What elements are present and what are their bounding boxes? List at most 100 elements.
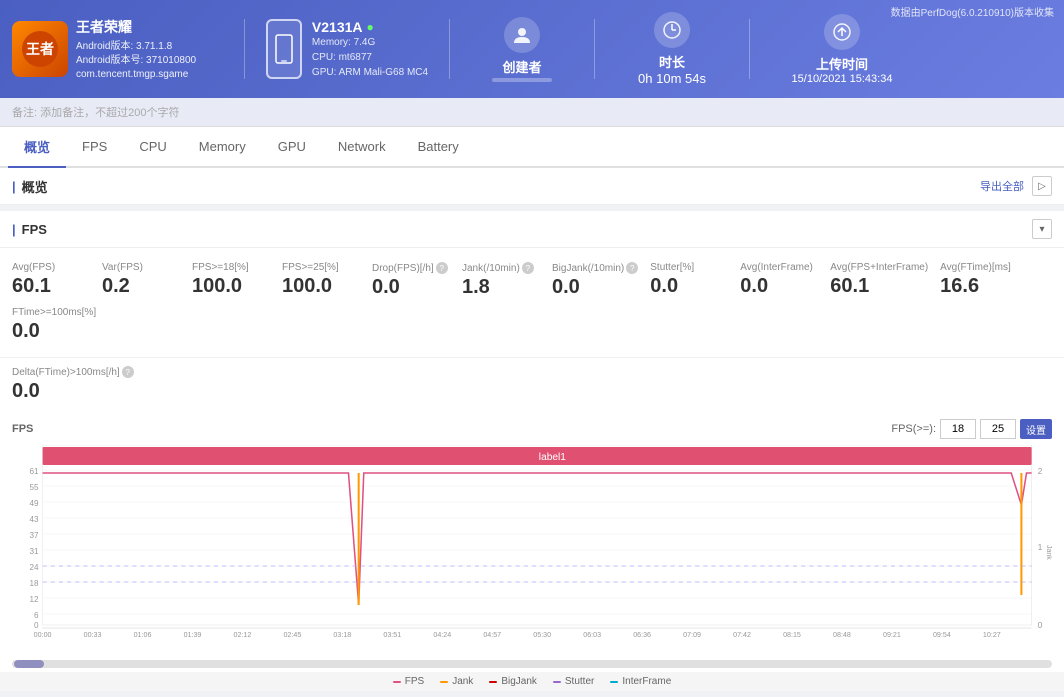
svg-text:12: 12 — [29, 595, 39, 604]
metric-var-fps-label: Var(FPS) — [102, 262, 143, 273]
metric-avg-interframe: Avg(InterFrame) 0.0 — [740, 258, 830, 303]
metric-avg-fps-value: 60.1 — [12, 275, 51, 298]
tab-battery[interactable]: Battery — [402, 129, 475, 166]
divider-1 — [244, 19, 245, 79]
notes-bar[interactable]: 备注: 添加备注，不超过200个字符 — [0, 98, 1064, 127]
fps-chart-svg: label1 61 55 49 43 37 31 2 — [12, 445, 1052, 645]
tab-network[interactable]: Network — [322, 129, 402, 166]
svg-text:Jank: Jank — [1045, 545, 1052, 560]
legend-bigjank-dot — [489, 681, 497, 683]
fps-val2-input[interactable] — [980, 419, 1016, 439]
metric-stutter: Stutter[%] 0.0 — [650, 258, 740, 303]
jank-help-icon[interactable]: ? — [522, 262, 534, 274]
app-name: 王者荣耀 — [76, 17, 196, 37]
legend-stutter: Stutter — [553, 676, 594, 687]
delta-help-icon[interactable]: ? — [122, 366, 134, 378]
notes-placeholder: 备注: 添加备注，不超过200个字符 — [12, 107, 179, 119]
metric-avg-interframe-label: Avg(InterFrame) — [740, 262, 813, 273]
legend-interframe: InterFrame — [610, 676, 671, 687]
svg-text:01:06: 01:06 — [134, 632, 152, 639]
metric-fps-gte25-value: 100.0 — [282, 275, 332, 298]
big-jank-help-icon[interactable]: ? — [626, 262, 638, 274]
chart-scrollbar[interactable] — [0, 656, 1064, 672]
app-android-version: Android版本: 3.71.1.8 — [76, 40, 196, 54]
legend-interframe-label: InterFrame — [622, 676, 671, 687]
duration-label: 时长 — [638, 52, 706, 71]
svg-text:00:00: 00:00 — [34, 632, 52, 639]
device-cpu: CPU: mt6877 — [312, 50, 428, 65]
fps-chart: label1 61 55 49 43 37 31 2 — [12, 445, 1052, 648]
app-sdk-version: Android版本号: 371010800 — [76, 54, 196, 68]
legend-stutter-label: Stutter — [565, 676, 594, 687]
metric-fps-gte18-label: FPS>=18[%] — [192, 262, 249, 273]
creator-label: 创建者 — [492, 57, 552, 76]
metric-ftime-gte100-label: FTime>=100ms[%] — [12, 307, 96, 318]
delta-label-text: Delta(FTime)>100ms[/h] — [12, 367, 120, 378]
legend-bigjank-label: BigJank — [501, 676, 537, 687]
tab-gpu[interactable]: GPU — [262, 129, 322, 166]
metric-avg-ftime: Avg(FTime)[ms] 16.6 — [940, 258, 1030, 303]
chart-controls: FPS FPS(>=): 设置 — [12, 419, 1052, 439]
chart-legend: FPS Jank BigJank Stutter InterFrame — [0, 672, 1064, 691]
legend-bigjank: BigJank — [489, 676, 537, 687]
drop-fps-help-icon[interactable]: ? — [436, 262, 448, 274]
overview-header: 概览 导出全部 ▷ — [0, 168, 1064, 205]
metric-avg-interframe-value: 0.0 — [740, 275, 768, 298]
app-package: com.tencent.tmgp.sgame — [76, 68, 196, 82]
svg-text:61: 61 — [29, 467, 39, 476]
upload-label: 上传时间 — [792, 54, 893, 73]
metric-big-jank-value: 0.0 — [552, 276, 580, 299]
metric-fps-gte25: FPS>=25[%] 100.0 — [282, 258, 372, 303]
legend-stutter-dot — [553, 681, 561, 683]
creator-section: 创建者 — [462, 17, 582, 82]
svg-text:王者: 王者 — [26, 41, 54, 57]
export-button[interactable]: 导出全部 — [980, 178, 1024, 194]
metric-var-fps: Var(FPS) 0.2 — [102, 258, 192, 303]
metric-big-jank-label: BigJank(/10min) — [552, 263, 624, 274]
svg-text:49: 49 — [29, 499, 39, 508]
fps-set-button[interactable]: 设置 — [1020, 419, 1052, 439]
duration-icon — [654, 12, 690, 48]
creator-bar — [492, 78, 552, 82]
device-name: V2131A — [312, 19, 363, 35]
svg-text:06:03: 06:03 — [583, 632, 601, 639]
svg-text:04:24: 04:24 — [433, 632, 451, 639]
expand-overview-icon[interactable]: ▷ — [1032, 176, 1052, 196]
svg-text:2: 2 — [1038, 467, 1043, 476]
overview-actions: 导出全部 ▷ — [980, 176, 1052, 196]
svg-text:05:30: 05:30 — [533, 632, 551, 639]
device-section: V2131A ● Memory: 7.4G CPU: mt6877 GPU: A… — [257, 19, 437, 80]
upload-value: 15/10/2021 15:43:34 — [792, 73, 893, 85]
delta-row: Delta(FTime)>100ms[/h] ? 0.0 — [0, 358, 1064, 411]
svg-text:08:15: 08:15 — [783, 632, 801, 639]
svg-text:31: 31 — [29, 547, 39, 556]
fps-expand-icon[interactable]: ▾ — [1032, 219, 1052, 239]
metric-avg-fps-interframe-label: Avg(FPS+InterFrame) — [830, 262, 928, 273]
metric-big-jank: BigJank(/10min) ? 0.0 — [552, 258, 650, 303]
device-signal: ● — [367, 20, 374, 34]
tab-overview[interactable]: 概览 — [8, 127, 66, 168]
divider-3 — [594, 19, 595, 79]
svg-text:03:51: 03:51 — [383, 632, 401, 639]
tab-fps[interactable]: FPS — [66, 129, 123, 166]
fps-chart-container: FPS FPS(>=): 设置 label1 — [0, 411, 1064, 656]
metric-stutter-label: Stutter[%] — [650, 262, 694, 273]
metric-avg-fps-interframe-value: 60.1 — [830, 275, 869, 298]
legend-fps: FPS — [393, 676, 424, 687]
fps-val1-input[interactable] — [940, 419, 976, 439]
tab-memory[interactable]: Memory — [183, 129, 262, 166]
metric-drop-fps: Drop(FPS)[/h] ? 0.0 — [372, 258, 462, 303]
overview-title: 概览 — [12, 177, 48, 196]
metric-avg-fps-label: Avg(FPS) — [12, 262, 55, 273]
metric-fps-gte18-value: 100.0 — [192, 275, 242, 298]
metric-drop-fps-label: Drop(FPS)[/h] — [372, 263, 434, 274]
legend-interframe-dot — [610, 681, 618, 683]
tab-cpu[interactable]: CPU — [123, 129, 182, 166]
metric-fps-gte18: FPS>=18[%] 100.0 — [192, 258, 282, 303]
fps-title: FPS — [12, 222, 47, 237]
device-memory: Memory: 7.4G — [312, 35, 428, 50]
svg-text:04:57: 04:57 — [483, 632, 501, 639]
metric-ftime-gte100: FTime>=100ms[%] 0.0 — [12, 303, 108, 347]
fps-header: FPS ▾ — [0, 211, 1064, 248]
device-gpu: GPU: ARM Mali-G68 MC4 — [312, 65, 428, 80]
